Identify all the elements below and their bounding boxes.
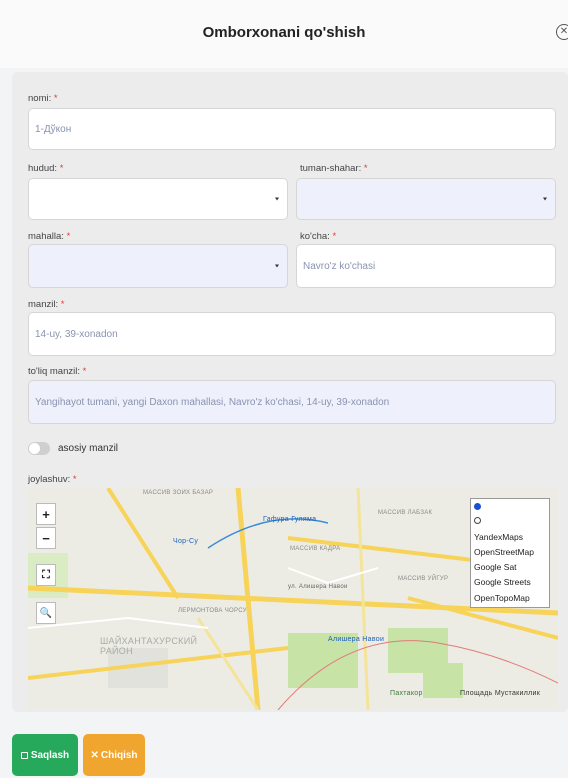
map-label: Площадь Мустакиллик — [460, 690, 541, 697]
modal-title: Omborxonani qo'shish — [202, 24, 366, 41]
layer-option[interactable]: Google Streets — [474, 577, 531, 587]
close-icon[interactable]: ✕ — [556, 24, 568, 40]
layer-option[interactable]: OpenTopoMap — [474, 593, 530, 603]
tuman-select[interactable] — [296, 178, 556, 220]
modal-header: Omborxonani qo'shish ✕ — [0, 0, 568, 68]
layer-switcher[interactable]: YandexMaps OpenStreetMap Google Sat Goog… — [470, 498, 550, 608]
kocha-input[interactable]: Navro'z ko'chasi — [296, 244, 556, 288]
manzil-label: manzil: * — [28, 299, 65, 310]
layer-option[interactable]: OpenStreetMap — [474, 547, 534, 557]
map-label: ЛЕРМОНТОВА ЧОРСУ — [178, 608, 247, 614]
chevron-down-icon — [275, 264, 279, 268]
chevron-down-icon — [275, 197, 279, 201]
close-icon: ✕ — [90, 749, 99, 761]
zoom-in-button[interactable]: + — [36, 503, 56, 525]
asosiy-manzil-toggle[interactable] — [28, 442, 50, 455]
nomi-label: nomi: * — [28, 93, 58, 104]
map-label: МАССИВ УЙГУР — [398, 576, 449, 582]
kocha-label: ko'cha: * — [300, 231, 337, 242]
save-button[interactable]: Saqlash — [12, 734, 78, 776]
tuman-label: tuman-shahar: * — [300, 163, 368, 174]
layer-radio-selected[interactable] — [474, 503, 481, 510]
toliq-manzil-input[interactable]: Yangihayot tumani, yangi Daxon mahallasi… — [28, 380, 556, 424]
layer-radio[interactable] — [474, 517, 481, 524]
map-label: ШАЙХАНТАХУРСКИЙ РАЙОН — [100, 636, 198, 656]
map-label: ул. Алишера Навои — [288, 584, 348, 590]
joylashuv-label: joylashuv: * — [28, 474, 77, 485]
map-label: МАССИВ ЗОИХ БАЗАР — [143, 490, 214, 496]
map-label: Гафура Гуляма — [263, 516, 317, 523]
toggle-knob — [29, 443, 40, 454]
toliq-manzil-label: to'liq manzil: * — [28, 366, 87, 377]
asosiy-manzil-label: asosiy manzil — [58, 443, 119, 454]
map-label: Алишера Навои — [328, 636, 385, 643]
save-icon — [20, 751, 28, 759]
cancel-button[interactable]: ✕ Chiqish — [83, 734, 145, 776]
map-label: МАССИВ ЛАБЗАК — [378, 510, 433, 516]
manzil-input[interactable]: 14-uy, 39-xonadon — [28, 312, 556, 356]
mahalla-select[interactable] — [28, 244, 288, 288]
chevron-down-icon — [543, 197, 547, 201]
hudud-label: hudud: * — [28, 163, 64, 174]
search-icon[interactable]: 🔍 — [36, 602, 56, 624]
map-label: Чор-Су — [173, 538, 199, 545]
map-label: Пахтакор — [390, 690, 423, 697]
layer-option[interactable]: Google Sat — [474, 562, 517, 572]
fullscreen-icon[interactable]: ⛶ — [36, 564, 56, 586]
nomi-input[interactable]: 1-Дўкон — [28, 108, 556, 150]
zoom-out-button[interactable]: − — [36, 527, 56, 549]
hudud-select[interactable] — [28, 178, 288, 220]
map-label: МАССИВ КАДРА — [290, 546, 341, 552]
mahalla-label: mahalla: * — [28, 231, 71, 242]
layer-option[interactable]: YandexMaps — [474, 532, 523, 542]
